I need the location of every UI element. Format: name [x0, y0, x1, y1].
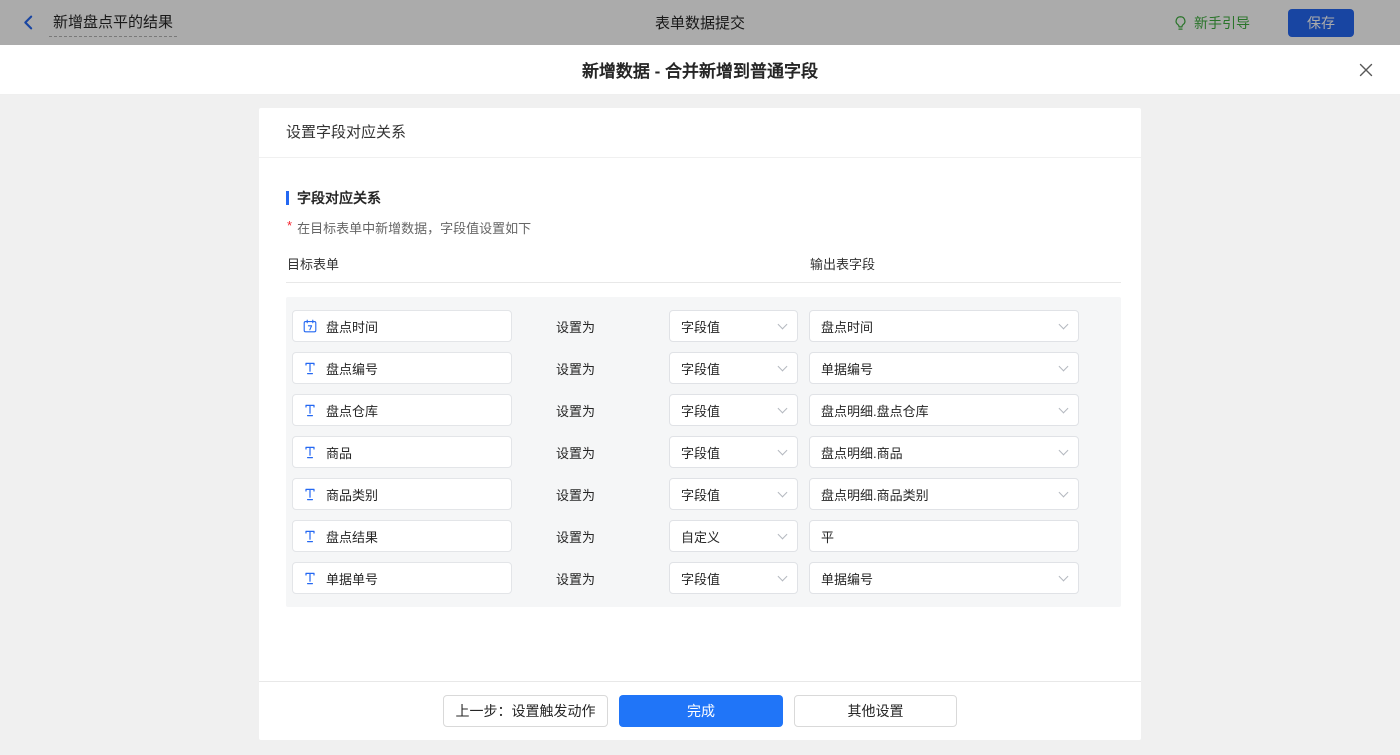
value-select[interactable]: 盘点明细.商品类别 [809, 478, 1079, 510]
prev-step-button[interactable]: 上一步：设置触发动作 [443, 695, 608, 727]
mapping-row: 商品 设置为 字段值 盘点明细.商品 [292, 436, 1121, 468]
chevron-down-icon [778, 487, 788, 497]
mapping-row: 商品类别 设置为 字段值 盘点明细.商品类别 [292, 478, 1121, 510]
chevron-down-icon [1059, 403, 1069, 413]
target-field: 商品类别 [292, 478, 512, 510]
set-as-label: 设置为 [556, 569, 598, 588]
mode-select[interactable]: 字段值 [669, 352, 798, 384]
chevron-down-icon [778, 403, 788, 413]
chevron-down-icon [778, 361, 788, 371]
column-headers: 目标表单 输出表字段 [286, 254, 1121, 283]
target-field: 盘点仓库 [292, 394, 512, 426]
topbar: 新增盘点平的结果 表单数据提交 新手引导 保存 [0, 0, 1400, 45]
field-mapping-panel: 盘点时间 设置为 字段值 盘点时间 [286, 297, 1121, 607]
save-button[interactable]: 保存 [1288, 9, 1354, 37]
chevron-down-icon [1059, 445, 1069, 455]
target-field-label: 商品 [326, 443, 352, 462]
chevron-down-icon [778, 529, 788, 539]
set-as-label: 设置为 [556, 317, 598, 336]
set-as-label: 设置为 [556, 401, 598, 420]
target-field: 盘点时间 [292, 310, 512, 342]
target-field-label: 盘点仓库 [326, 401, 378, 420]
mode-select[interactable]: 字段值 [669, 478, 798, 510]
chevron-down-icon [1059, 361, 1069, 371]
chevron-left-icon [20, 14, 37, 31]
chevron-down-icon [778, 319, 788, 329]
chevron-down-icon [1059, 319, 1069, 329]
value-select[interactable]: 单据编号 [809, 352, 1079, 384]
text-field-icon [303, 403, 317, 417]
mapping-row: 单据单号 设置为 字段值 单据编号 [292, 562, 1121, 594]
text-field-icon [303, 445, 317, 459]
column-target-form: 目标表单 [287, 254, 339, 273]
target-field: 盘点结果 [292, 520, 512, 552]
required-asterisk: * [287, 218, 292, 234]
mode-select[interactable]: 字段值 [669, 394, 798, 426]
set-as-label: 设置为 [556, 527, 598, 546]
calendar-icon [303, 319, 317, 333]
mode-select[interactable]: 字段值 [669, 562, 798, 594]
target-field: 商品 [292, 436, 512, 468]
modal-body: 设置字段对应关系 字段对应关系 * 在目标表单中新增数据，字段值设置如下 目标表… [0, 95, 1400, 755]
section-accent-bar [286, 191, 289, 205]
chevron-down-icon [1059, 487, 1069, 497]
text-field-icon [303, 571, 317, 585]
column-output-field: 输出表字段 [810, 254, 875, 273]
hint-label: 在目标表单中新增数据，字段值设置如下 [297, 218, 531, 237]
mapping-row: 盘点时间 设置为 字段值 盘点时间 [292, 310, 1121, 342]
flow-name[interactable]: 新增盘点平的结果 [49, 9, 177, 37]
mapping-row: 盘点编号 设置为 字段值 单据编号 [292, 352, 1121, 384]
value-select[interactable]: 单据编号 [809, 562, 1079, 594]
card-footer: 上一步：设置触发动作 完成 其他设置 [259, 681, 1141, 740]
target-field-label: 商品类别 [326, 485, 378, 504]
done-button[interactable]: 完成 [619, 695, 783, 727]
card-content: 字段对应关系 * 在目标表单中新增数据，字段值设置如下 目标表单 输出表字段 [259, 158, 1141, 681]
set-as-label: 设置为 [556, 359, 598, 378]
value-select[interactable]: 盘点时间 [809, 310, 1079, 342]
chevron-down-icon [778, 571, 788, 581]
target-field-label: 盘点时间 [326, 317, 378, 336]
target-field-label: 单据单号 [326, 569, 378, 588]
settings-card: 设置字段对应关系 字段对应关系 * 在目标表单中新增数据，字段值设置如下 目标表… [259, 108, 1141, 740]
beginner-guide-label: 新手引导 [1194, 13, 1250, 33]
mode-select[interactable]: 字段值 [669, 310, 798, 342]
mapping-row: 盘点结果 设置为 自定义 [292, 520, 1121, 552]
chevron-down-icon [1059, 571, 1069, 581]
mapping-row: 盘点仓库 设置为 字段值 盘点明细.盘点仓库 [292, 394, 1121, 426]
target-field: 单据单号 [292, 562, 512, 594]
card-title: 设置字段对应关系 [259, 108, 1141, 158]
set-as-label: 设置为 [556, 485, 598, 504]
close-icon[interactable] [1356, 60, 1376, 80]
mode-select[interactable]: 自定义 [669, 520, 798, 552]
value-select[interactable]: 盘点明细.盘点仓库 [809, 394, 1079, 426]
value-select[interactable]: 盘点明细.商品 [809, 436, 1079, 468]
custom-value-input[interactable] [809, 520, 1079, 552]
mode-select[interactable]: 字段值 [669, 436, 798, 468]
target-field: 盘点编号 [292, 352, 512, 384]
set-as-label: 设置为 [556, 443, 598, 462]
other-settings-button[interactable]: 其他设置 [794, 695, 957, 727]
target-field-label: 盘点结果 [326, 527, 378, 546]
modal-header: 新增数据 - 合并新增到普通字段 [0, 45, 1400, 95]
section-title: 字段对应关系 [286, 188, 1121, 208]
lightbulb-icon [1173, 15, 1188, 31]
beginner-guide-link[interactable]: 新手引导 [1173, 13, 1250, 33]
text-field-icon [303, 361, 317, 375]
target-field-label: 盘点编号 [326, 359, 378, 378]
modal-title: 新增数据 - 合并新增到普通字段 [582, 57, 818, 82]
text-field-icon [303, 529, 317, 543]
section-title-label: 字段对应关系 [297, 188, 381, 208]
text-field-icon [303, 487, 317, 501]
hint-text: * 在目标表单中新增数据，字段值设置如下 [286, 218, 1121, 237]
back-button[interactable] [20, 14, 37, 31]
chevron-down-icon [778, 445, 788, 455]
